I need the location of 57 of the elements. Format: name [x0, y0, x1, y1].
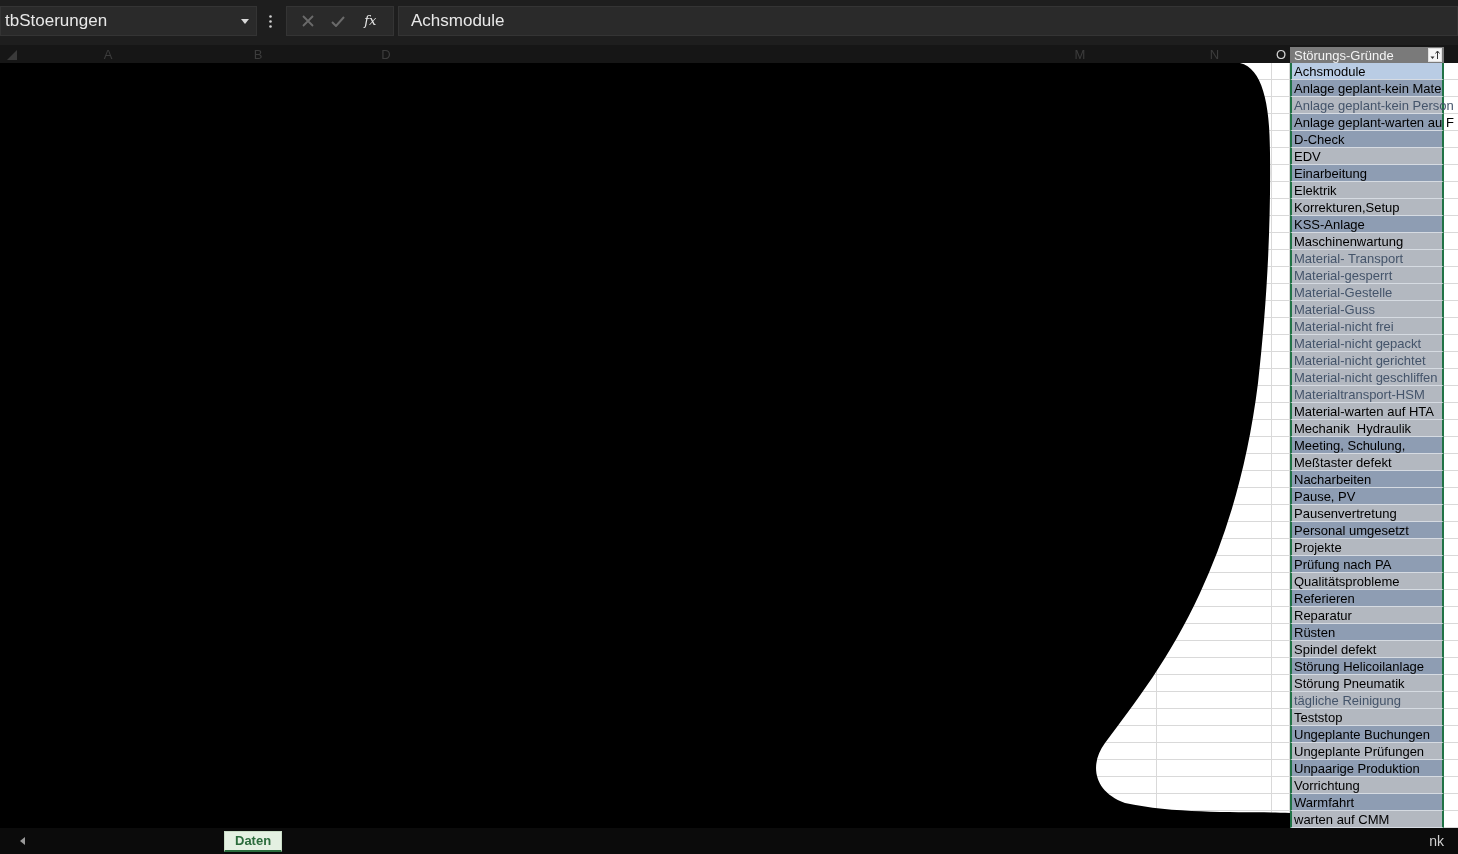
cell-text: EDV [1294, 148, 1321, 164]
cell-text: KSS-Anlage [1294, 216, 1365, 232]
cell-text: Qualitätsprobleme [1294, 573, 1400, 589]
cell-text: Projekte [1294, 539, 1342, 555]
cell-text: Anlage geplant-warten au [1294, 114, 1443, 130]
cell-text: Material-nicht gerichtet [1294, 352, 1426, 368]
caret-icon[interactable] [241, 18, 249, 24]
cell-text: Unpaarige Produktion [1294, 760, 1420, 776]
cell-text: tägliche Reinigung [1294, 692, 1401, 708]
cell-text: Korrekturen,Setup [1294, 199, 1400, 215]
name-box[interactable]: tbStoerungen [0, 6, 257, 36]
more-options-icon[interactable] [269, 15, 272, 28]
cell-text: Pausenvertretung [1294, 505, 1397, 521]
cell-text: Störung Pneumatik [1294, 675, 1405, 691]
cell-text: Material-gesperrt [1294, 267, 1393, 283]
cell-text: Material-warten auf HTA [1294, 403, 1434, 419]
cell-text: F [1446, 114, 1454, 130]
status-text: nk [1429, 833, 1444, 849]
cell-text: Meeting, Schulung, [1294, 437, 1406, 453]
cell-text: Prüfung nach PA [1294, 556, 1392, 572]
cell-text: Spindel defekt [1294, 641, 1377, 657]
cell-text: warten auf CMM [1294, 811, 1390, 827]
sort-filter-icon [1430, 50, 1440, 60]
cell-text: Material-Guss [1294, 301, 1375, 317]
cell-text: Elektrik [1294, 182, 1337, 198]
cell-text: Teststop [1294, 709, 1343, 725]
cell-text: Nacharbeiten [1294, 471, 1372, 487]
cell-text: Einarbeitung [1294, 165, 1367, 181]
cell-text: Ungeplante Prüfungen [1294, 743, 1425, 759]
cell-text: Pause, PV [1294, 488, 1356, 504]
column-header-label[interactable]: O [1275, 46, 1287, 62]
insert-function-button[interactable]: fx [362, 13, 379, 29]
left-arrow-icon[interactable] [20, 837, 25, 845]
cell-text: Material-Gestelle [1294, 284, 1393, 300]
table-header-label: Störungs-Gründe [1294, 47, 1395, 63]
cell-text: Reparatur [1294, 607, 1352, 623]
sheet-tab[interactable]: Daten [224, 830, 283, 852]
cell-text: Material-nicht geschliffen [1294, 369, 1438, 385]
cell-text: Ungeplante Buchungen [1294, 726, 1430, 742]
cell-text: Achsmodule [1294, 63, 1366, 79]
cell-text: Maschinenwartung [1294, 233, 1404, 249]
cell-text: Material- Transport [1294, 250, 1404, 266]
cell-text: Anlage geplant-kein Mate [1294, 80, 1442, 96]
cell-text: Meßtaster defekt [1294, 454, 1392, 470]
cell-text: Referieren [1294, 590, 1355, 606]
cell-text: Mechanik Hydraulik [1294, 420, 1412, 436]
cell-text: Vorrichtung [1294, 777, 1360, 793]
cell-text: Material-nicht gepackt [1294, 335, 1422, 351]
cell-text: Rüsten [1294, 624, 1336, 640]
cell-text: D-Check [1294, 131, 1345, 147]
filter-button[interactable] [1428, 48, 1442, 62]
cell-text: Warmfahrt [1294, 794, 1355, 810]
cell-text: Materialtransport-HSM [1294, 386, 1425, 402]
cell-text: Material-nicht frei [1294, 318, 1394, 334]
cell-text: Störung Helicoilanlage [1294, 658, 1425, 674]
cell-text: Personal umgesetzt [1294, 522, 1409, 538]
formula-input[interactable]: Achsmodule [398, 6, 1458, 36]
